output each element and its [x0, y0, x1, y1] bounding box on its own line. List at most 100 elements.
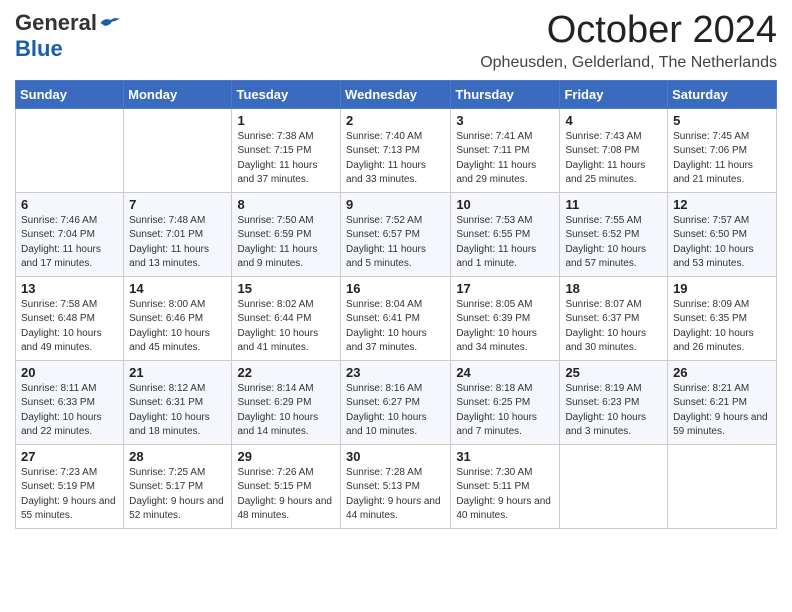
day-number: 21 [129, 365, 226, 380]
calendar-cell: 25 Sunrise: 8:19 AM Sunset: 6:23 PM Dayli… [560, 360, 668, 444]
cell-content: Sunrise: 8:04 AM Sunset: 6:41 PM Dayligh… [346, 298, 445, 356]
cell-content: Sunrise: 8:19 AM Sunset: 6:23 PM Dayligh… [565, 382, 662, 440]
calendar-header-row: SundayMondayTuesdayWednesdayThursdayFrid… [16, 80, 777, 108]
cell-content: Sunrise: 8:12 AM Sunset: 6:31 PM Dayligh… [129, 382, 226, 440]
day-number: 19 [673, 281, 771, 296]
day-number: 15 [237, 281, 335, 296]
cell-content: Sunrise: 7:52 AM Sunset: 6:57 PM Dayligh… [346, 214, 445, 272]
logo: General Blue [15, 10, 121, 62]
day-number: 9 [346, 197, 445, 212]
logo-blue-text: Blue [15, 36, 63, 61]
column-header-thursday: Thursday [451, 80, 560, 108]
day-number: 8 [237, 197, 335, 212]
calendar-cell [124, 108, 232, 192]
day-number: 23 [346, 365, 445, 380]
day-number: 11 [565, 197, 662, 212]
cell-content: Sunrise: 7:28 AM Sunset: 5:13 PM Dayligh… [346, 466, 445, 524]
calendar-cell: 4 Sunrise: 7:43 AM Sunset: 7:08 PM Daylig… [560, 108, 668, 192]
calendar-cell: 21 Sunrise: 8:12 AM Sunset: 6:31 PM Dayli… [124, 360, 232, 444]
day-number: 6 [21, 197, 118, 212]
calendar-cell: 9 Sunrise: 7:52 AM Sunset: 6:57 PM Daylig… [341, 192, 451, 276]
day-number: 14 [129, 281, 226, 296]
day-number: 30 [346, 449, 445, 464]
calendar-cell: 15Sunrise: 8:02 AM Sunset: 6:44 PM Dayli… [232, 276, 341, 360]
column-header-tuesday: Tuesday [232, 80, 341, 108]
calendar-week-row: 6 Sunrise: 7:46 AM Sunset: 7:04 PM Daylig… [16, 192, 777, 276]
logo-general-text: General [15, 10, 97, 36]
calendar-cell: 2 Sunrise: 7:40 AM Sunset: 7:13 PM Daylig… [341, 108, 451, 192]
cell-content: Sunrise: 7:23 AM Sunset: 5:19 PM Dayligh… [21, 466, 118, 524]
cell-content: Sunrise: 8:14 AM Sunset: 6:29 PM Dayligh… [237, 382, 335, 440]
calendar-week-row: 20Sunrise: 8:11 AM Sunset: 6:33 PM Dayli… [16, 360, 777, 444]
calendar-cell: 11 Sunrise: 7:55 AM Sunset: 6:52 PM Dayli… [560, 192, 668, 276]
calendar-cell: 17Sunrise: 8:05 AM Sunset: 6:39 PM Dayli… [451, 276, 560, 360]
day-number: 3 [456, 113, 554, 128]
calendar-cell: 12 Sunrise: 7:57 AM Sunset: 6:50 PM Dayli… [668, 192, 777, 276]
cell-content: Sunrise: 7:58 AM Sunset: 6:48 PM Dayligh… [21, 298, 118, 356]
cell-content: Sunrise: 7:38 AM Sunset: 7:15 PM Dayligh… [237, 130, 335, 188]
cell-content: Sunrise: 7:50 AM Sunset: 6:59 PM Dayligh… [237, 214, 335, 272]
cell-content: Sunrise: 7:41 AM Sunset: 7:11 PM Dayligh… [456, 130, 554, 188]
day-number: 4 [565, 113, 662, 128]
column-header-friday: Friday [560, 80, 668, 108]
cell-content: Sunrise: 7:40 AM Sunset: 7:13 PM Dayligh… [346, 130, 445, 188]
day-number: 2 [346, 113, 445, 128]
cell-content: Sunrise: 7:43 AM Sunset: 7:08 PM Dayligh… [565, 130, 662, 188]
calendar-cell: 13 Sunrise: 7:58 AM Sunset: 6:48 PM Dayli… [16, 276, 124, 360]
calendar-table: SundayMondayTuesdayWednesdayThursdayFrid… [15, 80, 777, 529]
day-number: 1 [237, 113, 335, 128]
cell-content: Sunrise: 7:57 AM Sunset: 6:50 PM Dayligh… [673, 214, 771, 272]
calendar-cell: 3 Sunrise: 7:41 AM Sunset: 7:11 PM Daylig… [451, 108, 560, 192]
calendar-cell: 5 Sunrise: 7:45 AM Sunset: 7:06 PM Daylig… [668, 108, 777, 192]
day-number: 5 [673, 113, 771, 128]
cell-content: Sunrise: 7:46 AM Sunset: 7:04 PM Dayligh… [21, 214, 118, 272]
column-header-saturday: Saturday [668, 80, 777, 108]
calendar-cell: 6 Sunrise: 7:46 AM Sunset: 7:04 PM Daylig… [16, 192, 124, 276]
calendar-cell: 22 Sunrise: 8:14 AM Sunset: 6:29 PM Dayli… [232, 360, 341, 444]
day-number: 24 [456, 365, 554, 380]
cell-content: Sunrise: 7:45 AM Sunset: 7:06 PM Dayligh… [673, 130, 771, 188]
day-number: 17 [456, 281, 554, 296]
calendar-cell: 7Sunrise: 7:48 AM Sunset: 7:01 PM Daylig… [124, 192, 232, 276]
day-number: 13 [21, 281, 118, 296]
calendar-cell: 10Sunrise: 7:53 AM Sunset: 6:55 PM Dayli… [451, 192, 560, 276]
day-number: 22 [237, 365, 335, 380]
day-number: 20 [21, 365, 118, 380]
calendar-cell: 29 Sunrise: 7:26 AM Sunset: 5:15 PM Dayli… [232, 444, 341, 528]
day-number: 27 [21, 449, 118, 464]
cell-content: Sunrise: 8:21 AM Sunset: 6:21 PM Dayligh… [673, 382, 771, 440]
day-number: 29 [237, 449, 335, 464]
cell-content: Sunrise: 8:18 AM Sunset: 6:25 PM Dayligh… [456, 382, 554, 440]
calendar-cell: 14 Sunrise: 8:00 AM Sunset: 6:46 PM Dayli… [124, 276, 232, 360]
page-header: General Blue October 2024 Opheusden, Gel… [15, 10, 777, 72]
calendar-week-row: 1 Sunrise: 7:38 AM Sunset: 7:15 PM Daylig… [16, 108, 777, 192]
calendar-cell [16, 108, 124, 192]
cell-content: Sunrise: 7:26 AM Sunset: 5:15 PM Dayligh… [237, 466, 335, 524]
calendar-cell: 1 Sunrise: 7:38 AM Sunset: 7:15 PM Daylig… [232, 108, 341, 192]
calendar-cell: 18 Sunrise: 8:07 AM Sunset: 6:37 PM Dayli… [560, 276, 668, 360]
day-number: 10 [456, 197, 554, 212]
cell-content: Sunrise: 7:55 AM Sunset: 6:52 PM Dayligh… [565, 214, 662, 272]
column-header-sunday: Sunday [16, 80, 124, 108]
cell-content: Sunrise: 8:07 AM Sunset: 6:37 PM Dayligh… [565, 298, 662, 356]
title-block: October 2024 Opheusden, Gelderland, The … [480, 10, 777, 72]
cell-content: Sunrise: 7:30 AM Sunset: 5:11 PM Dayligh… [456, 466, 554, 524]
cell-content: Sunrise: 8:09 AM Sunset: 6:35 PM Dayligh… [673, 298, 771, 356]
day-number: 31 [456, 449, 554, 464]
day-number: 12 [673, 197, 771, 212]
calendar-cell [560, 444, 668, 528]
cell-content: Sunrise: 7:48 AM Sunset: 7:01 PM Dayligh… [129, 214, 226, 272]
month-title: October 2024 [480, 10, 777, 52]
calendar-cell: 24 Sunrise: 8:18 AM Sunset: 6:25 PM Dayli… [451, 360, 560, 444]
location: Opheusden, Gelderland, The Netherlands [480, 54, 777, 72]
day-number: 25 [565, 365, 662, 380]
calendar-cell: 23Sunrise: 8:16 AM Sunset: 6:27 PM Dayli… [341, 360, 451, 444]
calendar-week-row: 27 Sunrise: 7:23 AM Sunset: 5:19 PM Dayli… [16, 444, 777, 528]
day-number: 18 [565, 281, 662, 296]
cell-content: Sunrise: 8:00 AM Sunset: 6:46 PM Dayligh… [129, 298, 226, 356]
calendar-cell: 16Sunrise: 8:04 AM Sunset: 6:41 PM Dayli… [341, 276, 451, 360]
column-header-monday: Monday [124, 80, 232, 108]
calendar-cell: 30 Sunrise: 7:28 AM Sunset: 5:13 PM Dayli… [341, 444, 451, 528]
calendar-cell: 26Sunrise: 8:21 AM Sunset: 6:21 PM Dayli… [668, 360, 777, 444]
logo-bird-icon [99, 14, 121, 32]
